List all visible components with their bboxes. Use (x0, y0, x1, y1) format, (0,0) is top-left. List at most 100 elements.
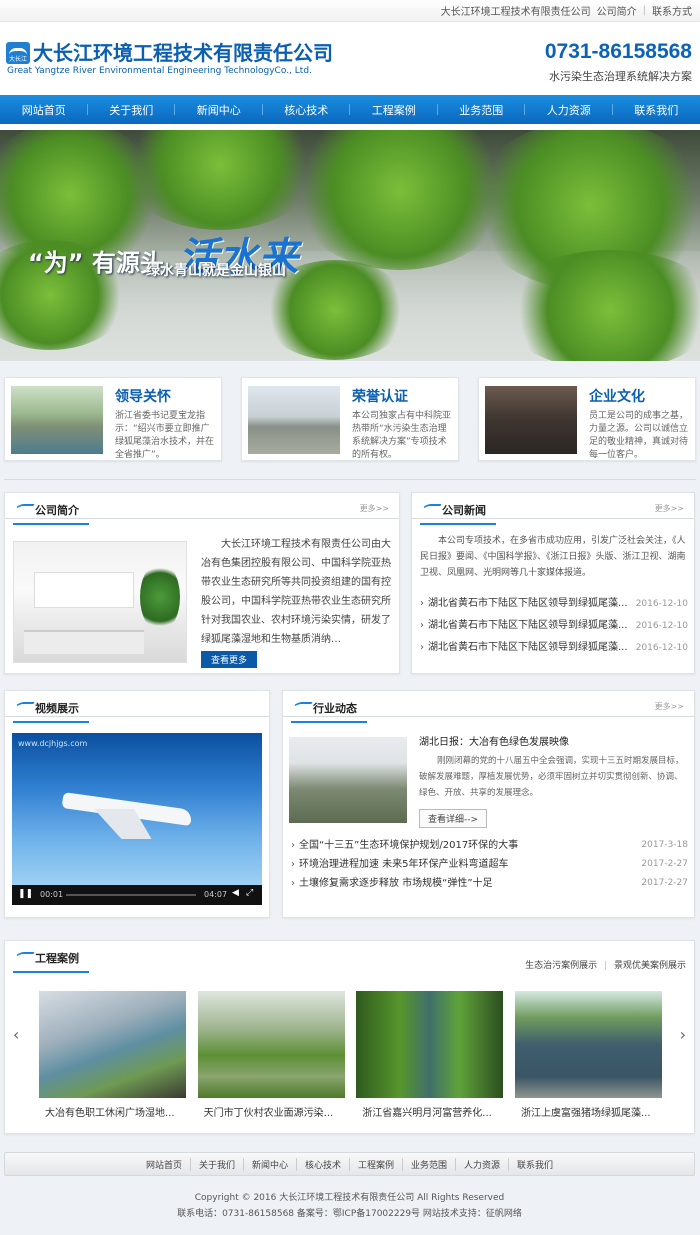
header: 大长江 大长江环境工程技术有限责任公司 Great Yangtze River … (0, 22, 700, 95)
footer-nav-business[interactable]: 业务范围 (403, 1157, 457, 1171)
top-company-name: 大长江环境工程技术有限责任公司 (440, 7, 591, 18)
top-link-intro[interactable]: 公司简介 (597, 3, 637, 18)
news-item[interactable]: 全国“十三五”生态环境保护规划/2017环保的大事 2017-3-18 (291, 836, 688, 855)
logo[interactable]: 大长江 大长江环境工程技术有限责任公司 Great Yangtze River … (6, 42, 333, 76)
hotline-phone: 0731-86158568 (544, 40, 692, 63)
cases-carousel: 大冶有色职工休闲广场湿地... 天门市丁伙村农业面源污染... 浙江省嘉兴明月河… (5, 991, 696, 1119)
cases-link-eco[interactable]: 生态治污案例展示 (525, 961, 597, 971)
news-item[interactable]: 环境治理进程加速 未来5年环保产业料弯道超车 2017-2-27 (291, 855, 688, 874)
logo-subtitle: Great Yangtze River Environmental Engine… (7, 66, 312, 76)
video-player[interactable]: www.dcjhjgs.com ❚❚ 00:01 04:07 ◀ ⤢ (12, 733, 262, 905)
video-watermark: www.dcjhjgs.com (18, 739, 88, 748)
industry-button-wrap: 查看详细--> (419, 807, 488, 828)
footer-nav-contact[interactable]: 联系我们 (509, 1158, 561, 1171)
logo-icon: 大长江 (6, 42, 30, 64)
office-wall-sign (34, 572, 134, 608)
industry-detail-button[interactable]: 查看详细--> (419, 809, 488, 828)
header-slogan: 水污染生态治理系统解决方案 (549, 70, 692, 83)
case-item[interactable]: 浙江上虞富强猪场绿狐尾藻... (514, 991, 662, 1119)
case-image (197, 991, 345, 1098)
company-news-title: 公司新闻 (420, 502, 496, 525)
top-bar: 大长江环境工程技术有限责任公司 公司简介 | 联系方式 (0, 0, 700, 22)
main-nav: 网站首页 关于我们 新闻中心 核心技术 工程案例 业务范围 人力资源 联系我们 (0, 95, 700, 124)
feature-text: 浙江省委书记夏宝龙指示：“绍兴市要立即推广绿狐尾藻治水技术，并在全省推广”。 (115, 411, 215, 460)
feature-row: 领导关怀 浙江省委书记夏宝龙指示：“绍兴市要立即推广绿狐尾藻治水技术，并在全省推… (0, 361, 700, 461)
feature-card-honor[interactable]: 荣誉认证 本公司独家占有中科院亚热带所“水污染生态治理系统解决方案”专项技术的所… (241, 377, 459, 461)
top-separator: | (642, 5, 646, 16)
feature-card-leadership[interactable]: 领导关怀 浙江省委书记夏宝龙指示：“绍兴市要立即推广绿狐尾藻治水技术，并在全省推… (4, 377, 222, 461)
feature-card-culture[interactable]: 企业文化 员工是公司的成事之基，力量之源。公司以诚信立足的敬业精神，真诚对待每一… (478, 377, 696, 461)
industry-headline[interactable]: 湖北日报：大冶有色绿色发展映像 (419, 733, 569, 748)
feature-title: 企业文化 (589, 389, 645, 405)
case-image (356, 991, 504, 1098)
footer-nav-hr[interactable]: 人力资源 (456, 1157, 510, 1171)
news-item[interactable]: 湖北省黄石市下陆区下陆区领导到绿狐尾藻... 2016-12-10 (420, 637, 688, 659)
nav-cases[interactable]: 工程案例 (350, 102, 438, 118)
cases-links: 生态治污案例展示 | 景观优美案例展示 (525, 958, 686, 971)
about-panel: 公司简介 更多>> 大长江环境工程技术有限责任公司由大冶有色集团控股有限公司、中… (4, 492, 400, 674)
footer-nav-news[interactable]: 新闻中心 (244, 1157, 297, 1171)
office-photo (13, 541, 187, 663)
nav-hr[interactable]: 人力资源 (525, 102, 613, 118)
logo-mark-text: 大长江 (8, 56, 27, 63)
news-item[interactable]: 湖北省黄石市下陆区下陆区领导到绿狐尾藻... 2016-12-10 (420, 615, 688, 637)
cases-title: 工程案例 (13, 950, 89, 973)
news-item-date: 2016-12-10 (635, 621, 688, 631)
culture-photo (485, 386, 577, 454)
case-caption: 天门市丁伙村农业面源污染... (203, 1108, 334, 1119)
footer-nav-tech[interactable]: 核心技术 (297, 1157, 350, 1171)
news-item-date: 2017-3-18 (641, 840, 688, 850)
case-item[interactable]: 浙江省嘉兴明月河富营养化... (356, 991, 504, 1119)
about-more-link[interactable]: 更多>> (360, 503, 389, 514)
video-title: 视频展示 (13, 700, 89, 723)
banner-subline: 绿水青山就是金山银山 (146, 263, 286, 279)
cases-link-landscape[interactable]: 景观优美案例展示 (614, 961, 686, 971)
video-controls: ❚❚ 00:01 04:07 ◀ ⤢ (12, 885, 262, 905)
footer-nav-home[interactable]: 网站首页 (138, 1157, 191, 1171)
video-current-time: 00:01 (40, 890, 64, 899)
banner-quote: “为” (28, 249, 84, 277)
footer-contact: 联系电话：0731-86158568 备案号：鄂ICP备17002229号 网站… (177, 1209, 522, 1219)
nav-business[interactable]: 业务范围 (438, 102, 526, 118)
nav-tech[interactable]: 核心技术 (263, 102, 351, 118)
case-item[interactable]: 大冶有色职工休闲广场湿地... (39, 991, 186, 1119)
volume-icon[interactable]: ◀ (232, 888, 239, 898)
footer-nav-about[interactable]: 关于我们 (191, 1157, 244, 1171)
case-caption: 浙江省嘉兴明月河富营养化... (362, 1108, 492, 1119)
industry-more-link[interactable]: 更多>> (655, 701, 684, 712)
industry-news-list: 全国“十三五”生态环境保护规划/2017环保的大事 2017-3-18 环境治理进… (291, 836, 688, 893)
case-item[interactable]: 天门市丁伙村农业面源污染... (197, 991, 345, 1119)
news-item[interactable]: 土壤修复需求逐步释放 市场规模“弹性”十足 2017-2-27 (291, 874, 688, 893)
company-news-panel: 公司新闻 更多>> 本公司专项技术，在多省市成功应用，引发广泛社会关注，《人民日… (411, 492, 695, 674)
company-news-intro: 本公司专项技术，在多省市成功应用，引发广泛社会关注，《人民日报》要闻、《中国科学… (420, 536, 686, 578)
office-plant (140, 562, 180, 632)
news-item-date: 2016-12-10 (635, 599, 688, 609)
news-item-date: 2016-12-10 (635, 643, 688, 653)
play-pause-icon[interactable]: ❚❚ (18, 889, 33, 899)
nav-news[interactable]: 新闻中心 (175, 102, 263, 118)
news-item-title: 环境治理进程加速 未来5年环保产业料弯道超车 (299, 859, 509, 870)
cases-link-separator: | (604, 961, 608, 971)
industry-panel: 行业动态 更多>> 湖北日报：大冶有色绿色发展映像 刚刚闭幕的党的十八届五中全会… (282, 690, 695, 918)
company-news-more-link[interactable]: 更多>> (655, 503, 684, 514)
industry-photo (289, 737, 407, 823)
video-frame: www.dcjhjgs.com (12, 733, 262, 885)
cases-panel: 工程案例 生态治污案例展示 | 景观优美案例展示 ‹ › 大冶有色职工休闲广场湿… (4, 940, 695, 1134)
footer-nav-cases[interactable]: 工程案例 (350, 1157, 404, 1171)
copyright: Copyright © 2016 大长江环境工程技术有限责任公司 All Rig… (194, 1193, 505, 1203)
video-panel: 视频展示 www.dcjhjgs.com ❚❚ 00:01 04:07 ◀ ⤢ (4, 690, 270, 918)
video-progress-bar[interactable] (66, 894, 196, 896)
hero-banner: “为” 有源头 活水来 绿水青山就是金山银山 (0, 130, 700, 361)
about-more-button[interactable]: 查看更多 (201, 651, 258, 668)
feature-title: 领导关怀 (115, 389, 171, 405)
top-link-contact[interactable]: 联系方式 (652, 3, 692, 18)
news-item[interactable]: 湖北省黄石市下陆区下陆区领导到绿狐尾藻... 2016-12-10 (420, 593, 688, 615)
news-item-title: 土壤修复需求逐步释放 市场规模“弹性”十足 (299, 878, 493, 889)
fullscreen-icon[interactable]: ⤢ (246, 888, 253, 898)
section-divider (4, 479, 696, 480)
news-item-title: 湖北省黄石市下陆区下陆区领导到绿狐尾藻... (428, 642, 628, 653)
case-image (39, 991, 186, 1098)
nav-about[interactable]: 关于我们 (88, 102, 176, 118)
nav-home[interactable]: 网站首页 (0, 102, 88, 118)
nav-contact[interactable]: 联系我们 (613, 102, 700, 118)
